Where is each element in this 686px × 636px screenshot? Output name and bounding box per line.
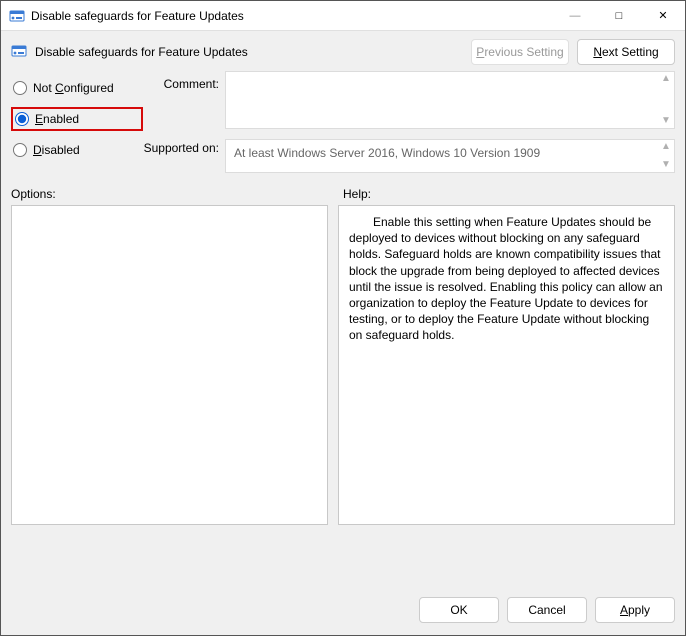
radio-enabled[interactable]: Enabled: [11, 107, 143, 131]
cancel-button[interactable]: Cancel: [507, 597, 587, 623]
apply-button[interactable]: Apply: [595, 597, 675, 623]
comment-field[interactable]: ▲▼: [225, 71, 675, 129]
previous-setting-button[interactable]: Previous Setting: [471, 39, 569, 65]
policy-icon: [9, 8, 25, 24]
maximize-button[interactable]: □: [597, 1, 641, 31]
help-label: Help:: [343, 187, 371, 201]
titlebar: Disable safeguards for Feature Updates —…: [1, 1, 685, 31]
close-button[interactable]: ✕: [641, 1, 685, 31]
options-pane: [11, 205, 328, 525]
minimize-button[interactable]: —: [553, 1, 597, 31]
policy-dialog: Disable safeguards for Feature Updates —…: [0, 0, 686, 636]
options-label: Options:: [11, 187, 343, 201]
radio-disabled[interactable]: Disabled: [11, 139, 143, 161]
next-setting-button[interactable]: Next Setting: [577, 39, 675, 65]
pane-labels: Options: Help:: [1, 173, 685, 205]
radio-not-configured-input[interactable]: [13, 81, 27, 95]
radio-disabled-input[interactable]: [13, 143, 27, 157]
header-title: Disable safeguards for Feature Updates: [35, 45, 463, 59]
help-pane: Enable this setting when Feature Updates…: [338, 205, 675, 525]
window-controls: — □ ✕: [553, 1, 685, 31]
radio-enabled-input[interactable]: [15, 112, 29, 126]
header: Disable safeguards for Feature Updates P…: [1, 31, 685, 71]
supported-label: Supported on:: [143, 135, 225, 155]
comment-label: Comment:: [143, 71, 225, 91]
panes: Enable this setting when Feature Updates…: [1, 205, 685, 585]
help-text: Enable this setting when Feature Updates…: [349, 214, 664, 344]
upper-area: Not Configured Enabled Disabled Comment:…: [1, 71, 685, 173]
scroll-icon: ▲▼: [660, 142, 672, 170]
scroll-icon: ▲▼: [660, 74, 672, 126]
supported-on-value: At least Windows Server 2016, Windows 10…: [234, 146, 540, 160]
state-radios: Not Configured Enabled Disabled: [11, 71, 143, 169]
policy-icon: [11, 43, 29, 61]
footer: OK Cancel Apply: [1, 585, 685, 635]
window-title: Disable safeguards for Feature Updates: [31, 9, 553, 23]
radio-not-configured[interactable]: Not Configured: [11, 77, 143, 99]
ok-button[interactable]: OK: [419, 597, 499, 623]
supported-on-field: At least Windows Server 2016, Windows 10…: [225, 139, 675, 173]
